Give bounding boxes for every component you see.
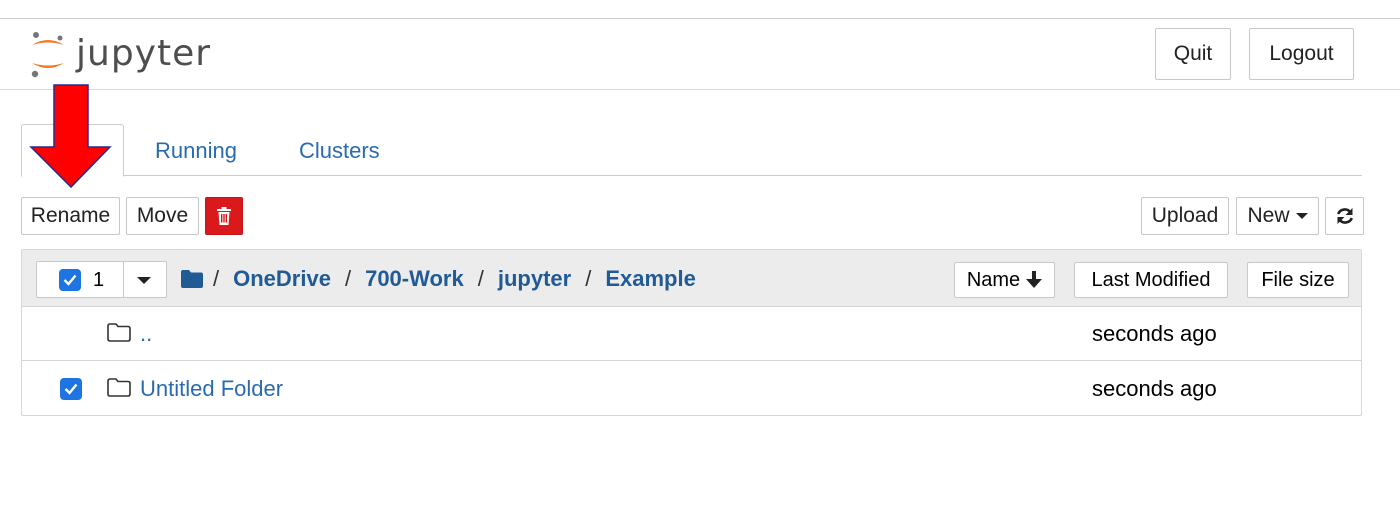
logo-text: jupyter bbox=[76, 33, 212, 74]
tabs-baseline bbox=[21, 175, 1362, 176]
rename-button[interactable]: Rename bbox=[21, 197, 120, 235]
breadcrumb-separator: / bbox=[477, 266, 484, 291]
top-border bbox=[0, 18, 1400, 19]
move-button[interactable]: Move bbox=[126, 197, 199, 235]
tab-running[interactable]: Running bbox=[155, 138, 237, 164]
file-list: 1 / OneDrive / 700-Work / jupyter / Exam… bbox=[21, 249, 1362, 416]
breadcrumb: / OneDrive / 700-Work / jupyter / Exampl… bbox=[181, 264, 696, 294]
item-modified: seconds ago bbox=[1092, 376, 1217, 401]
arrow-down-icon bbox=[1026, 271, 1043, 288]
file-list-header: 1 / OneDrive / 700-Work / jupyter / Exam… bbox=[22, 250, 1361, 307]
breadcrumb-separator: / bbox=[344, 266, 352, 291]
caret-down-icon bbox=[1295, 213, 1308, 219]
select-menu-caret-icon[interactable] bbox=[137, 277, 151, 285]
folder-icon bbox=[107, 378, 131, 397]
checkmark-icon bbox=[63, 274, 77, 286]
sort-by-name-button[interactable]: Name bbox=[954, 262, 1055, 298]
delete-button[interactable] bbox=[205, 197, 243, 235]
breadcrumb-jupyter[interactable]: jupyter bbox=[498, 266, 571, 292]
new-button-label: New bbox=[1247, 204, 1290, 227]
refresh-icon bbox=[1336, 208, 1353, 224]
sort-name-label: Name bbox=[966, 268, 1021, 291]
new-dropdown-button[interactable]: New bbox=[1236, 197, 1319, 235]
list-item[interactable]: Untitled Folder seconds ago bbox=[22, 362, 1361, 416]
selected-count: 1 bbox=[93, 269, 105, 291]
logout-button[interactable]: Logout bbox=[1249, 28, 1354, 80]
breadcrumb-onedrive[interactable]: OneDrive bbox=[233, 266, 331, 292]
item-modified: seconds ago bbox=[1092, 321, 1217, 346]
breadcrumb-example[interactable]: Example bbox=[605, 266, 696, 292]
select-divider bbox=[123, 262, 124, 297]
folder-home-icon[interactable] bbox=[181, 270, 203, 288]
item-name-link[interactable]: .. bbox=[140, 321, 152, 347]
sort-by-file-size-button[interactable]: File size bbox=[1247, 262, 1349, 298]
select-all-group[interactable]: 1 bbox=[36, 261, 167, 298]
item-name-link[interactable]: Untitled Folder bbox=[140, 376, 283, 402]
header-divider bbox=[0, 89, 1400, 90]
sort-by-last-modified-button[interactable]: Last Modified bbox=[1074, 262, 1228, 298]
annotation-arrow-icon bbox=[29, 84, 112, 189]
trash-icon bbox=[217, 207, 231, 225]
tab-clusters[interactable]: Clusters bbox=[299, 138, 380, 164]
list-item[interactable]: .. seconds ago bbox=[22, 307, 1361, 361]
folder-icon bbox=[107, 323, 131, 342]
breadcrumb-separator: / bbox=[585, 266, 592, 291]
item-checkbox[interactable] bbox=[60, 378, 82, 400]
refresh-button[interactable] bbox=[1325, 197, 1364, 235]
checkmark-icon bbox=[64, 383, 78, 395]
jupyter-logo-icon bbox=[31, 32, 64, 78]
jupyter-logo[interactable]: jupyter bbox=[28, 28, 211, 80]
select-all-checkbox[interactable] bbox=[59, 269, 81, 291]
upload-button[interactable]: Upload bbox=[1141, 197, 1229, 235]
quit-button[interactable]: Quit bbox=[1155, 28, 1231, 80]
breadcrumb-separator: / bbox=[213, 266, 220, 291]
breadcrumb-700-work[interactable]: 700-Work bbox=[365, 266, 464, 292]
